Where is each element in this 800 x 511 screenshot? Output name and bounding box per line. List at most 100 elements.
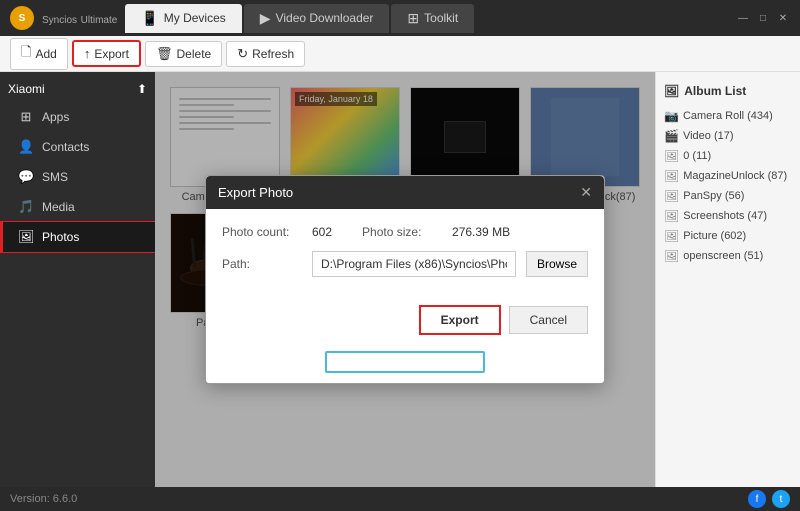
album-item-zero[interactable]: 🖼 0 (11) bbox=[656, 146, 800, 166]
tab-toolkit-label: Toolkit bbox=[424, 11, 458, 25]
export-button[interactable]: ↑ Export bbox=[72, 40, 141, 67]
sidebar-media-label: Media bbox=[42, 200, 75, 214]
photo-size-label: Photo size: bbox=[362, 225, 442, 239]
path-row: Path: Browse bbox=[222, 251, 588, 277]
photos-icon: 🖼 bbox=[18, 229, 34, 245]
app-edition: Ultimate bbox=[81, 15, 118, 26]
sidebar-photos-label: Photos bbox=[42, 230, 79, 244]
app-name: Syncios Ultimate bbox=[42, 11, 117, 26]
sidebar-apps-label: Apps bbox=[42, 110, 69, 124]
album-picture-icon: 🖼 bbox=[664, 229, 679, 243]
sidebar-sms-label: SMS bbox=[42, 170, 68, 184]
facebook-icon[interactable]: f bbox=[748, 490, 766, 508]
content-area: Camera Roll(434) Friday, January 18 Vide… bbox=[155, 72, 655, 487]
sidebar-contacts-label: Contacts bbox=[42, 140, 89, 154]
cancel-button[interactable]: Cancel bbox=[509, 306, 588, 334]
dialog-close-button[interactable]: ✕ bbox=[580, 184, 592, 201]
sidebar-item-apps[interactable]: ⊞ Apps bbox=[0, 102, 155, 132]
album-item-picture[interactable]: 🖼 Picture (602) bbox=[656, 226, 800, 246]
album-camera-roll-text: Camera Roll (434) bbox=[683, 110, 773, 122]
tab-my-devices-label: My Devices bbox=[164, 11, 226, 25]
progress-bar-container bbox=[325, 351, 485, 373]
path-label: Path: bbox=[222, 257, 302, 271]
path-input[interactable] bbox=[312, 251, 516, 277]
album-list-label: Album List bbox=[684, 84, 746, 98]
dialog-actions: Export Cancel bbox=[206, 305, 604, 351]
album-zero-text: 0 (11) bbox=[683, 150, 711, 162]
album-item-screenshots[interactable]: 🖼 Screenshots (47) bbox=[656, 206, 800, 226]
album-magazine-icon: 🖼 bbox=[664, 169, 679, 183]
tab-video-label: Video Downloader bbox=[276, 11, 374, 25]
album-openscreen-text: openscreen (51) bbox=[683, 250, 763, 262]
sidebar-item-photos[interactable]: 🖼 Photos bbox=[0, 222, 155, 252]
progress-bar-fill bbox=[327, 353, 483, 371]
browse-button[interactable]: Browse bbox=[526, 251, 588, 277]
album-item-camera-roll[interactable]: 📷 Camera Roll (434) bbox=[656, 106, 800, 126]
apps-icon: ⊞ bbox=[18, 109, 34, 125]
social-icons: f t bbox=[748, 490, 790, 508]
delete-icon: 🗑 bbox=[156, 46, 173, 62]
export-label: Export bbox=[94, 47, 129, 61]
refresh-label: Refresh bbox=[252, 47, 294, 61]
photo-size-value: 276.39 MB bbox=[452, 225, 510, 239]
close-button[interactable]: ✕ bbox=[776, 11, 790, 25]
album-video-text: Video (17) bbox=[683, 130, 734, 142]
status-bar: Version: 6.6.0 f t bbox=[0, 487, 800, 511]
progress-area bbox=[206, 351, 604, 383]
logo-char: S bbox=[19, 13, 26, 24]
dialog-header: Export Photo ✕ bbox=[206, 176, 604, 209]
tab-video-downloader[interactable]: ▶ Video Downloader bbox=[244, 4, 390, 33]
maximize-button[interactable]: □ bbox=[756, 11, 770, 25]
album-panel-title: 🖼 Album List bbox=[656, 80, 800, 106]
photo-count-value: 602 bbox=[312, 225, 332, 239]
album-list-icon: 🖼 bbox=[664, 84, 679, 98]
nav-tabs: 📱 My Devices ▶ Video Downloader ⊞ Toolki… bbox=[125, 4, 474, 33]
export-confirm-button[interactable]: Export bbox=[419, 305, 501, 335]
album-video-icon: 🎬 bbox=[664, 129, 679, 143]
album-magazine-text: MagazineUnlock (87) bbox=[683, 170, 787, 182]
tab-my-devices[interactable]: 📱 My Devices bbox=[125, 4, 241, 33]
main-layout: Xiaomi ⬆ ⊞ Apps 👤 Contacts 💬 SMS 🎵 Media… bbox=[0, 72, 800, 487]
toolbar: 🗋 Add ↑ Export 🗑 Delete ↻ Refresh bbox=[0, 36, 800, 72]
delete-button[interactable]: 🗑 Delete bbox=[145, 41, 222, 67]
album-panel: 🖼 Album List 📷 Camera Roll (434) 🎬 Video… bbox=[655, 72, 800, 487]
device-name: Xiaomi bbox=[8, 82, 45, 96]
title-bar-left: S Syncios Ultimate 📱 My Devices ▶ Video … bbox=[10, 4, 474, 33]
dialog-body: Photo count: 602 Photo size: 276.39 MB P… bbox=[206, 209, 604, 305]
album-screenshots-icon: 🖼 bbox=[664, 209, 679, 223]
refresh-button[interactable]: ↻ Refresh bbox=[226, 41, 305, 67]
export-icon: ↑ bbox=[84, 46, 91, 61]
photo-count-row: Photo count: 602 Photo size: 276.39 MB bbox=[222, 225, 588, 239]
phone-icon: 📱 bbox=[141, 10, 158, 27]
sidebar-item-media[interactable]: 🎵 Media bbox=[0, 192, 155, 222]
album-item-video[interactable]: 🎬 Video (17) bbox=[656, 126, 800, 146]
sidebar-item-contacts[interactable]: 👤 Contacts bbox=[0, 132, 155, 162]
album-picture-text: Picture (602) bbox=[683, 230, 746, 242]
version-text: Version: 6.6.0 bbox=[10, 493, 77, 505]
album-panspy-text: PanSpy (56) bbox=[683, 190, 744, 202]
minimize-button[interactable]: — bbox=[736, 11, 750, 25]
refresh-icon: ↻ bbox=[237, 46, 248, 62]
album-zero-icon: 🖼 bbox=[664, 149, 679, 163]
contacts-icon: 👤 bbox=[18, 139, 34, 155]
app-logo: S bbox=[10, 6, 34, 30]
album-panspy-icon: 🖼 bbox=[664, 189, 679, 203]
device-sync-icon: ⬆ bbox=[137, 82, 147, 96]
title-bar: S Syncios Ultimate 📱 My Devices ▶ Video … bbox=[0, 0, 800, 36]
play-icon: ▶ bbox=[260, 10, 271, 27]
album-camera-icon: 📷 bbox=[664, 109, 679, 123]
album-item-panspy[interactable]: 🖼 PanSpy (56) bbox=[656, 186, 800, 206]
twitter-icon[interactable]: t bbox=[772, 490, 790, 508]
album-item-openscreen[interactable]: 🖼 openscreen (51) bbox=[656, 246, 800, 266]
sidebar-item-sms[interactable]: 💬 SMS bbox=[0, 162, 155, 192]
tab-toolkit[interactable]: ⊞ Toolkit bbox=[391, 4, 474, 33]
toolkit-icon: ⊞ bbox=[407, 10, 419, 27]
add-button[interactable]: 🗋 Add bbox=[10, 38, 68, 70]
modal-overlay: Export Photo ✕ Photo count: 602 Photo si… bbox=[155, 72, 655, 487]
dialog-title: Export Photo bbox=[218, 185, 293, 200]
delete-label: Delete bbox=[177, 47, 212, 61]
sidebar: Xiaomi ⬆ ⊞ Apps 👤 Contacts 💬 SMS 🎵 Media… bbox=[0, 72, 155, 487]
album-item-magazine[interactable]: 🖼 MagazineUnlock (87) bbox=[656, 166, 800, 186]
app-name-text: Syncios bbox=[42, 15, 77, 26]
photo-count-label: Photo count: bbox=[222, 225, 302, 239]
